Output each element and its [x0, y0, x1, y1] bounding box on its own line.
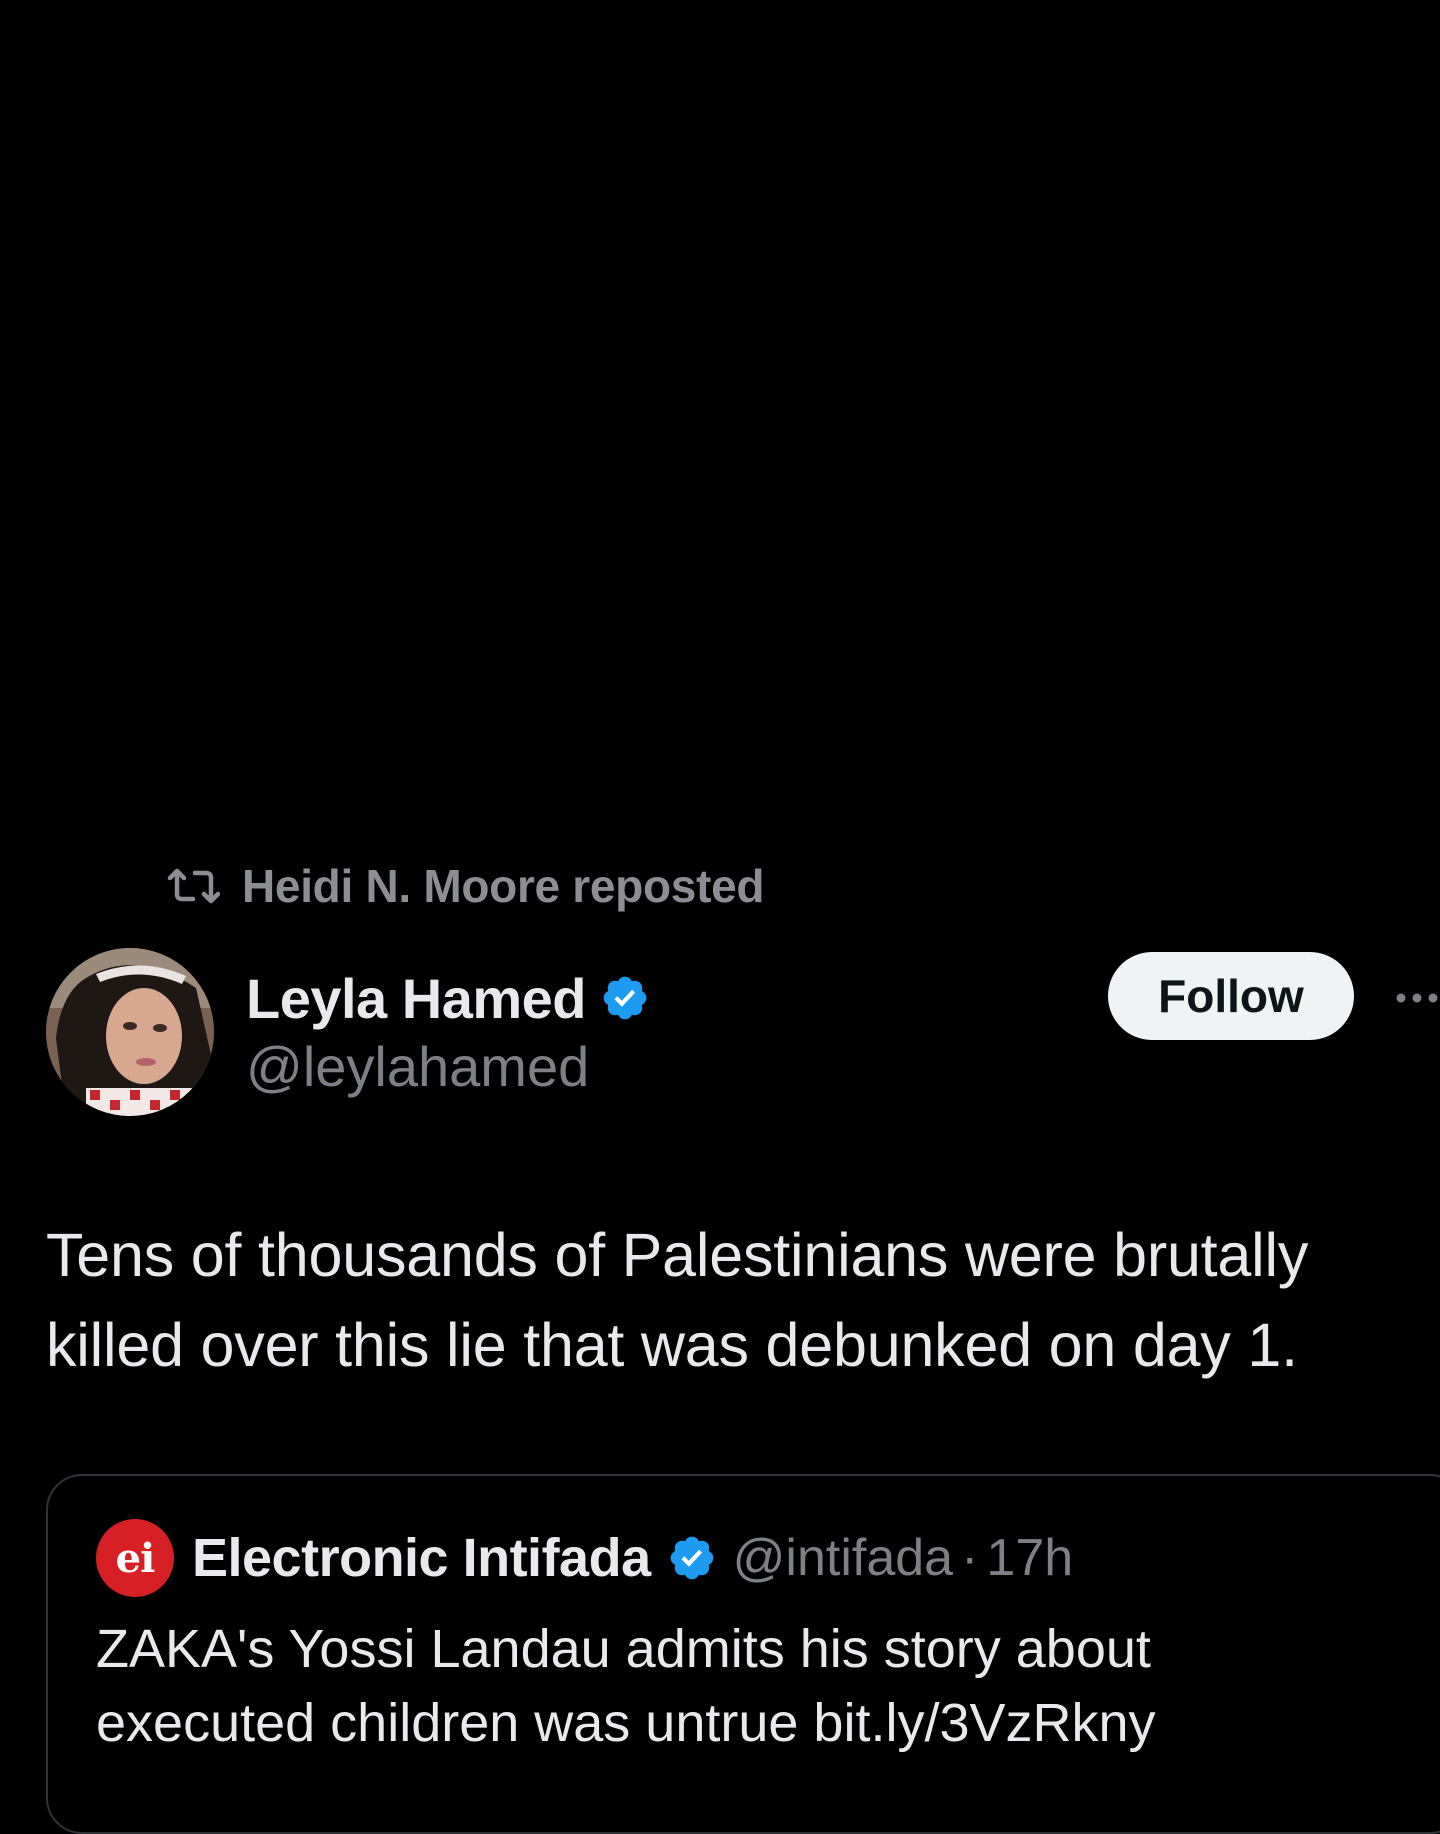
author-handle[interactable]: @leylahamed: [246, 1034, 589, 1099]
follow-button[interactable]: Follow: [1108, 952, 1354, 1040]
quoted-tweet-text-line: ZAKA's Yossi Landau admits his story abo…: [96, 1619, 1151, 1679]
quoted-author-name[interactable]: Electronic Intifada: [192, 1527, 651, 1589]
repost-header: Heidi N. Moore reposted: [166, 858, 764, 914]
author-avatar[interactable]: [46, 948, 214, 1116]
repost-icon: [166, 866, 222, 906]
quoted-tweet-card[interactable]: ei Electronic Intifada @intifada · 17h Z…: [46, 1474, 1440, 1834]
tweet-text-line: killed over this lie that was debunked o…: [46, 1311, 1298, 1379]
tweet-text: Tens of thousands of Palestinians were b…: [46, 1210, 1436, 1390]
quoted-author-handle[interactable]: @intifada: [733, 1528, 953, 1588]
quoted-tweet-text: ZAKA's Yossi Landau admits his story abo…: [96, 1612, 1396, 1760]
repost-label[interactable]: Heidi N. Moore reposted: [242, 859, 764, 913]
verified-badge-icon: [600, 973, 650, 1023]
quoted-tweet-text-line: executed children was untrue bit.ly/3VzR…: [96, 1693, 1156, 1753]
more-icon[interactable]: [1392, 988, 1440, 1008]
quoted-tweet-header: ei Electronic Intifada @intifada · 17h: [96, 1519, 1073, 1597]
author-name[interactable]: Leyla Hamed: [246, 966, 587, 1031]
verified-badge-icon: [667, 1533, 717, 1583]
meta-separator: ·: [961, 1529, 979, 1587]
quoted-tweet-timestamp[interactable]: 17h: [986, 1528, 1073, 1588]
tweet-text-line: Tens of thousands of Palestinians were b…: [46, 1221, 1309, 1289]
quoted-author-avatar[interactable]: ei: [96, 1519, 174, 1597]
author-name-row: Leyla Hamed: [246, 966, 650, 1030]
